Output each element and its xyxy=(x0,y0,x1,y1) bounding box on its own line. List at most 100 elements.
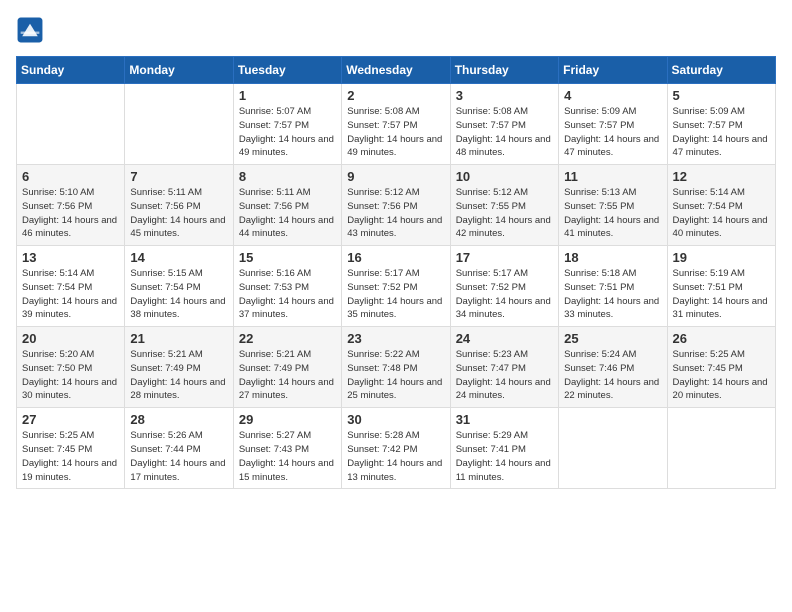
weekday-header-sunday: Sunday xyxy=(17,57,125,84)
weekday-header-friday: Friday xyxy=(559,57,667,84)
week-row-4: 20 Sunrise: 5:20 AMSunset: 7:50 PMDayligh… xyxy=(17,327,776,408)
day-cell-5: 5 Sunrise: 5:09 AMSunset: 7:57 PMDaylight… xyxy=(667,84,775,165)
day-number: 1 xyxy=(239,88,336,103)
day-cell-1: 1 Sunrise: 5:07 AMSunset: 7:57 PMDaylight… xyxy=(233,84,341,165)
empty-cell xyxy=(559,408,667,489)
day-info: Sunrise: 5:20 AMSunset: 7:50 PMDaylight:… xyxy=(22,348,119,403)
day-cell-7: 7 Sunrise: 5:11 AMSunset: 7:56 PMDaylight… xyxy=(125,165,233,246)
day-info: Sunrise: 5:09 AMSunset: 7:57 PMDaylight:… xyxy=(564,105,661,160)
day-info: Sunrise: 5:22 AMSunset: 7:48 PMDaylight:… xyxy=(347,348,444,403)
day-number: 23 xyxy=(347,331,444,346)
day-info: Sunrise: 5:08 AMSunset: 7:57 PMDaylight:… xyxy=(347,105,444,160)
day-number: 27 xyxy=(22,412,119,427)
day-info: Sunrise: 5:08 AMSunset: 7:57 PMDaylight:… xyxy=(456,105,553,160)
logo-icon xyxy=(16,16,44,44)
day-info: Sunrise: 5:19 AMSunset: 7:51 PMDaylight:… xyxy=(673,267,770,322)
day-number: 26 xyxy=(673,331,770,346)
day-info: Sunrise: 5:07 AMSunset: 7:57 PMDaylight:… xyxy=(239,105,336,160)
day-number: 20 xyxy=(22,331,119,346)
day-cell-25: 25 Sunrise: 5:24 AMSunset: 7:46 PMDayligh… xyxy=(559,327,667,408)
day-number: 21 xyxy=(130,331,227,346)
day-cell-23: 23 Sunrise: 5:22 AMSunset: 7:48 PMDayligh… xyxy=(342,327,450,408)
day-info: Sunrise: 5:17 AMSunset: 7:52 PMDaylight:… xyxy=(347,267,444,322)
day-cell-9: 9 Sunrise: 5:12 AMSunset: 7:56 PMDaylight… xyxy=(342,165,450,246)
day-cell-4: 4 Sunrise: 5:09 AMSunset: 7:57 PMDaylight… xyxy=(559,84,667,165)
day-cell-30: 30 Sunrise: 5:28 AMSunset: 7:42 PMDayligh… xyxy=(342,408,450,489)
day-number: 30 xyxy=(347,412,444,427)
day-cell-26: 26 Sunrise: 5:25 AMSunset: 7:45 PMDayligh… xyxy=(667,327,775,408)
day-number: 2 xyxy=(347,88,444,103)
day-info: Sunrise: 5:11 AMSunset: 7:56 PMDaylight:… xyxy=(239,186,336,241)
day-cell-3: 3 Sunrise: 5:08 AMSunset: 7:57 PMDaylight… xyxy=(450,84,558,165)
day-info: Sunrise: 5:13 AMSunset: 7:55 PMDaylight:… xyxy=(564,186,661,241)
weekday-header-wednesday: Wednesday xyxy=(342,57,450,84)
day-info: Sunrise: 5:11 AMSunset: 7:56 PMDaylight:… xyxy=(130,186,227,241)
day-info: Sunrise: 5:14 AMSunset: 7:54 PMDaylight:… xyxy=(22,267,119,322)
day-number: 8 xyxy=(239,169,336,184)
day-cell-29: 29 Sunrise: 5:27 AMSunset: 7:43 PMDayligh… xyxy=(233,408,341,489)
day-number: 31 xyxy=(456,412,553,427)
day-number: 9 xyxy=(347,169,444,184)
day-info: Sunrise: 5:15 AMSunset: 7:54 PMDaylight:… xyxy=(130,267,227,322)
day-info: Sunrise: 5:09 AMSunset: 7:57 PMDaylight:… xyxy=(673,105,770,160)
day-number: 13 xyxy=(22,250,119,265)
day-cell-17: 17 Sunrise: 5:17 AMSunset: 7:52 PMDayligh… xyxy=(450,246,558,327)
calendar: SundayMondayTuesdayWednesdayThursdayFrid… xyxy=(16,56,776,489)
day-number: 17 xyxy=(456,250,553,265)
week-row-1: 1 Sunrise: 5:07 AMSunset: 7:57 PMDaylight… xyxy=(17,84,776,165)
day-info: Sunrise: 5:23 AMSunset: 7:47 PMDaylight:… xyxy=(456,348,553,403)
day-number: 6 xyxy=(22,169,119,184)
day-cell-15: 15Sunrise: 5:16 AMSunset: 7:53 PMDayligh… xyxy=(233,246,341,327)
day-cell-19: 19 Sunrise: 5:19 AMSunset: 7:51 PMDayligh… xyxy=(667,246,775,327)
week-row-3: 13 Sunrise: 5:14 AMSunset: 7:54 PMDayligh… xyxy=(17,246,776,327)
day-cell-16: 16 Sunrise: 5:17 AMSunset: 7:52 PMDayligh… xyxy=(342,246,450,327)
day-number: 29 xyxy=(239,412,336,427)
week-row-2: 6 Sunrise: 5:10 AMSunset: 7:56 PMDaylight… xyxy=(17,165,776,246)
day-number: 22 xyxy=(239,331,336,346)
day-number: 3 xyxy=(456,88,553,103)
weekday-header-monday: Monday xyxy=(125,57,233,84)
day-number: 4 xyxy=(564,88,661,103)
day-cell-21: 21Sunrise: 5:21 AMSunset: 7:49 PMDayligh… xyxy=(125,327,233,408)
weekday-header-saturday: Saturday xyxy=(667,57,775,84)
day-cell-13: 13 Sunrise: 5:14 AMSunset: 7:54 PMDayligh… xyxy=(17,246,125,327)
page-header xyxy=(16,16,776,44)
day-number: 11 xyxy=(564,169,661,184)
day-cell-2: 2 Sunrise: 5:08 AMSunset: 7:57 PMDaylight… xyxy=(342,84,450,165)
day-info: Sunrise: 5:27 AMSunset: 7:43 PMDaylight:… xyxy=(239,429,336,484)
day-number: 19 xyxy=(673,250,770,265)
day-info: Sunrise: 5:16 AMSunset: 7:53 PMDaylight:… xyxy=(239,267,336,322)
day-info: Sunrise: 5:28 AMSunset: 7:42 PMDaylight:… xyxy=(347,429,444,484)
day-info: Sunrise: 5:14 AMSunset: 7:54 PMDaylight:… xyxy=(673,186,770,241)
day-info: Sunrise: 5:12 AMSunset: 7:56 PMDaylight:… xyxy=(347,186,444,241)
day-info: Sunrise: 5:29 AMSunset: 7:41 PMDaylight:… xyxy=(456,429,553,484)
day-info: Sunrise: 5:17 AMSunset: 7:52 PMDaylight:… xyxy=(456,267,553,322)
weekday-header-thursday: Thursday xyxy=(450,57,558,84)
day-info: Sunrise: 5:12 AMSunset: 7:55 PMDaylight:… xyxy=(456,186,553,241)
day-cell-20: 20 Sunrise: 5:20 AMSunset: 7:50 PMDayligh… xyxy=(17,327,125,408)
day-number: 28 xyxy=(130,412,227,427)
day-info: Sunrise: 5:24 AMSunset: 7:46 PMDaylight:… xyxy=(564,348,661,403)
day-number: 14 xyxy=(130,250,227,265)
empty-cell xyxy=(125,84,233,165)
day-number: 16 xyxy=(347,250,444,265)
day-number: 12 xyxy=(673,169,770,184)
day-number: 24 xyxy=(456,331,553,346)
empty-cell xyxy=(17,84,125,165)
day-number: 5 xyxy=(673,88,770,103)
day-info: Sunrise: 5:26 AMSunset: 7:44 PMDaylight:… xyxy=(130,429,227,484)
day-info: Sunrise: 5:10 AMSunset: 7:56 PMDaylight:… xyxy=(22,186,119,241)
day-cell-18: 18Sunrise: 5:18 AMSunset: 7:51 PMDayligh… xyxy=(559,246,667,327)
day-number: 7 xyxy=(130,169,227,184)
day-cell-22: 22Sunrise: 5:21 AMSunset: 7:49 PMDayligh… xyxy=(233,327,341,408)
day-info: Sunrise: 5:25 AMSunset: 7:45 PMDaylight:… xyxy=(673,348,770,403)
weekday-header-tuesday: Tuesday xyxy=(233,57,341,84)
empty-cell xyxy=(667,408,775,489)
day-info: Sunrise: 5:18 AMSunset: 7:51 PMDaylight:… xyxy=(564,267,661,322)
day-info: Sunrise: 5:25 AMSunset: 7:45 PMDaylight:… xyxy=(22,429,119,484)
day-cell-24: 24 Sunrise: 5:23 AMSunset: 7:47 PMDayligh… xyxy=(450,327,558,408)
day-number: 25 xyxy=(564,331,661,346)
logo xyxy=(16,16,48,44)
day-cell-31: 31 Sunrise: 5:29 AMSunset: 7:41 PMDayligh… xyxy=(450,408,558,489)
day-cell-28: 28 Sunrise: 5:26 AMSunset: 7:44 PMDayligh… xyxy=(125,408,233,489)
